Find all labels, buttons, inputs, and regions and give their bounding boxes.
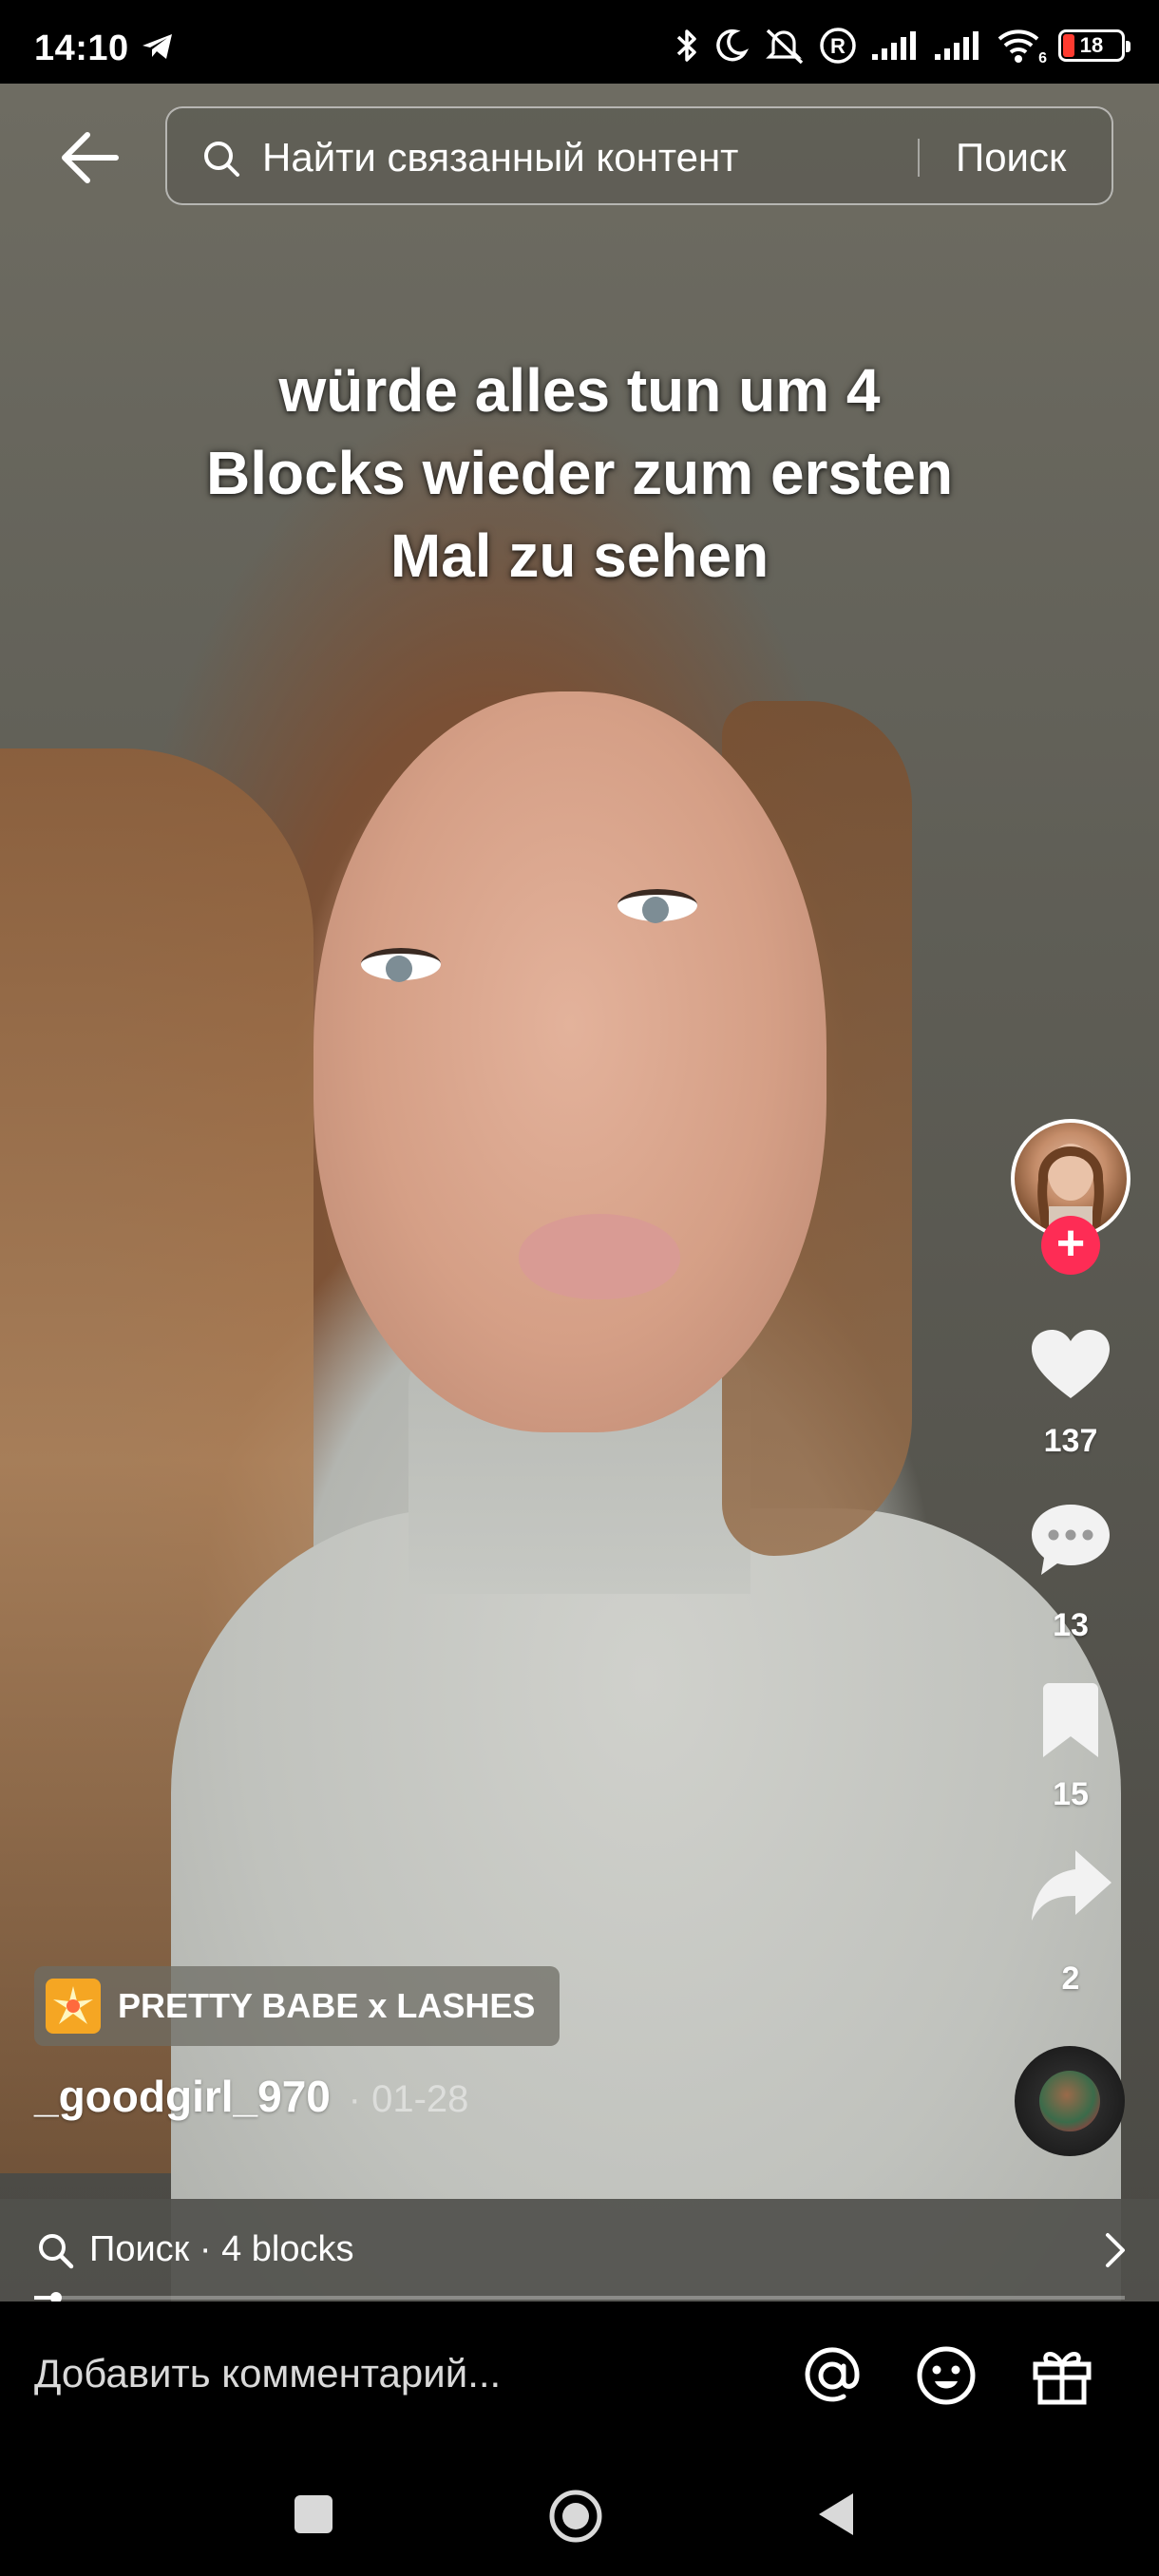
back-button[interactable] xyxy=(53,122,125,194)
search-suggestion-bar[interactable]: Поиск · 4 blocks xyxy=(0,2199,1159,2301)
video-progress[interactable] xyxy=(34,2292,1125,2303)
caption-line: Mal zu sehen xyxy=(390,521,770,590)
search-suggestion-text: Поиск · 4 blocks xyxy=(89,2229,354,2269)
effect-tag[interactable]: PRETTY BABE x LASHES xyxy=(34,1966,560,2046)
comment-icon[interactable] xyxy=(1028,1501,1113,1581)
network-tag: 6 xyxy=(1038,50,1047,66)
video-caption: würde alles tun um 4 Blocks wieder zum e… xyxy=(104,350,1054,597)
sparkle-icon xyxy=(46,1979,101,2034)
comment-input[interactable]: Добавить комментарий... xyxy=(34,2351,501,2396)
status-bar: 14:10 R 6 18 xyxy=(0,0,1159,84)
search-bar[interactable]: Найти связанный контент Поиск xyxy=(165,106,1113,205)
muted-icon xyxy=(766,28,804,65)
video-face xyxy=(314,691,826,1432)
system-nav-bar xyxy=(0,2452,1159,2576)
author-row: _goodgirl_970 · 01-28 xyxy=(34,2071,468,2122)
comment-bar: Добавить комментарий... xyxy=(0,2301,1159,2452)
author-name[interactable]: _goodgirl_970 xyxy=(34,2072,331,2121)
registered-icon: R xyxy=(820,28,856,64)
recents-button[interactable] xyxy=(293,2493,334,2535)
like-icon[interactable] xyxy=(1028,1326,1113,1402)
video-torso xyxy=(171,1508,1121,2301)
video-lips xyxy=(519,1214,680,1299)
share-icon[interactable] xyxy=(1028,1847,1113,1926)
back-nav-button[interactable] xyxy=(813,2490,859,2539)
search-icon xyxy=(204,142,239,177)
battery-level: 18 xyxy=(1079,33,1104,57)
post-date: · 01-28 xyxy=(348,2078,469,2120)
video-eye-right xyxy=(618,889,697,923)
svg-text:R: R xyxy=(830,34,846,58)
emoji-icon[interactable] xyxy=(914,2343,978,2408)
bookmark-icon[interactable] xyxy=(1037,1681,1104,1761)
effect-label: PRETTY BABE x LASHES xyxy=(118,1986,536,2025)
mention-icon[interactable] xyxy=(800,2343,864,2408)
follow-button[interactable]: + xyxy=(1041,1216,1100,1275)
search-button[interactable]: Поиск xyxy=(956,135,1066,180)
status-time: 14:10 xyxy=(34,28,129,68)
signal-icon xyxy=(872,31,916,60)
music-disc[interactable] xyxy=(1015,2046,1125,2156)
music-cover xyxy=(1039,2071,1100,2131)
battery-icon: 18 xyxy=(1058,29,1130,62)
search-icon xyxy=(39,2234,74,2269)
gift-icon[interactable] xyxy=(1030,2343,1094,2408)
chevron-right-icon xyxy=(1106,2233,1125,2267)
video-eye-left xyxy=(361,948,441,982)
wifi-icon xyxy=(998,29,1039,63)
caption-line: Blocks wieder zum ersten xyxy=(205,439,954,507)
wifi-indicator: 6 xyxy=(996,28,1047,66)
share-count: 2 xyxy=(1061,1960,1080,1997)
home-button[interactable] xyxy=(547,2488,604,2545)
search-divider xyxy=(918,139,920,177)
save-count: 15 xyxy=(1053,1776,1089,1812)
like-count: 137 xyxy=(1043,1423,1098,1459)
signal-icon xyxy=(935,31,978,60)
moon-icon xyxy=(716,28,749,62)
bluetooth-icon xyxy=(676,29,696,62)
comment-count: 13 xyxy=(1053,1607,1089,1643)
search-input[interactable]: Найти связанный контент xyxy=(262,135,738,180)
telegram-icon xyxy=(142,34,172,59)
caption-line: würde alles tun um 4 xyxy=(278,356,881,425)
status-icons: R 6 18 xyxy=(674,27,1130,66)
